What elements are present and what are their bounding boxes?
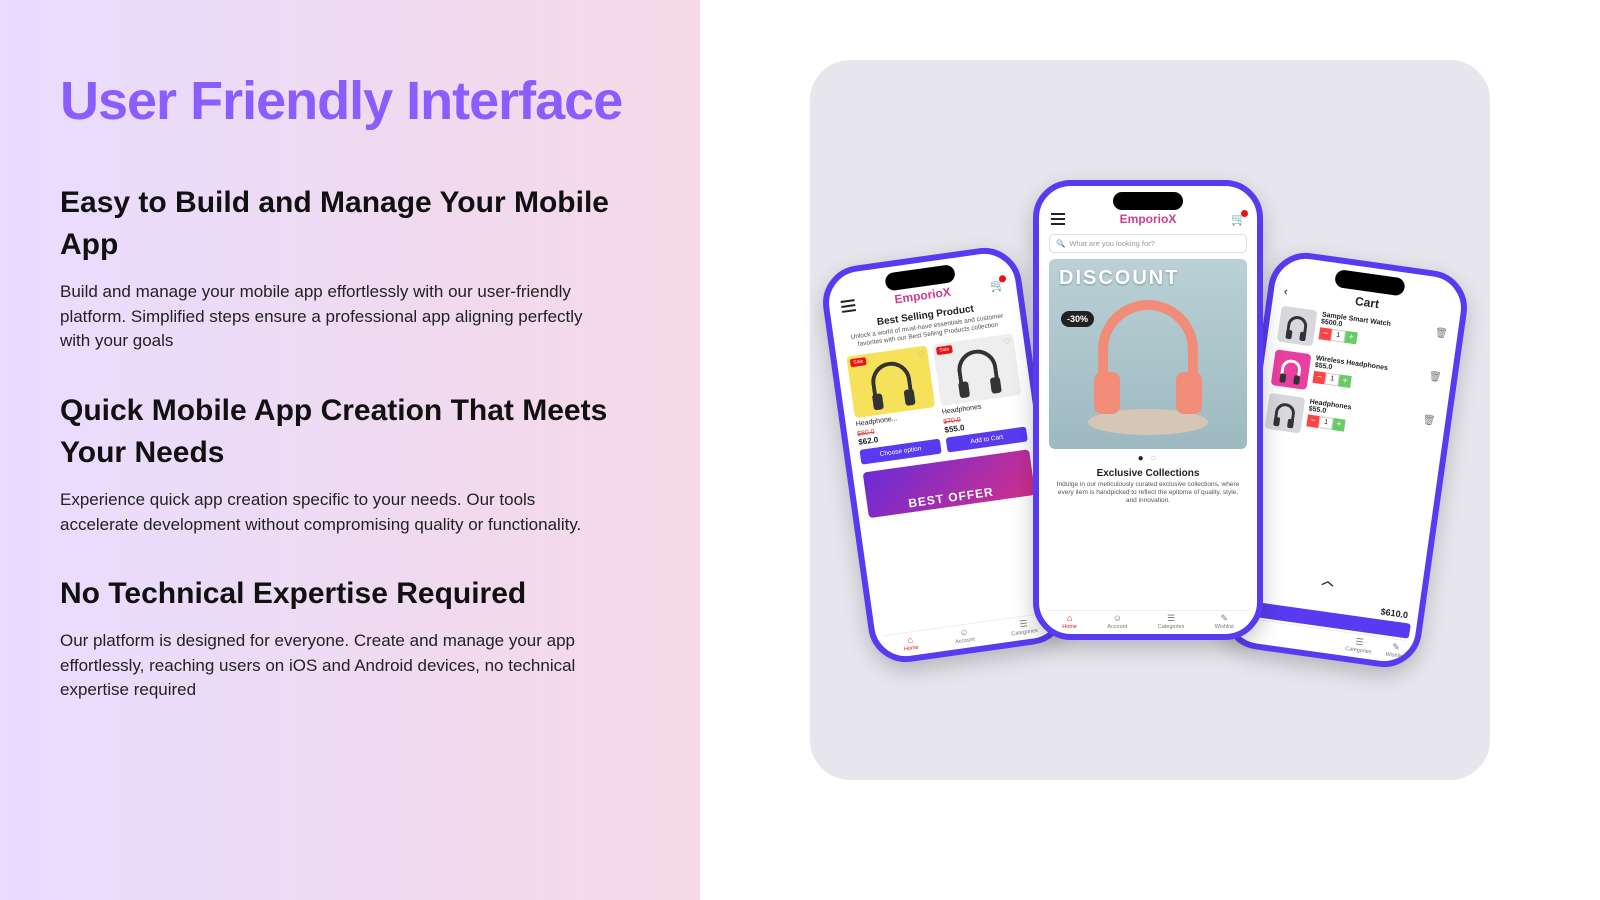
app-brand: EmporioX xyxy=(1120,212,1177,226)
categories-icon: ☰ xyxy=(1355,637,1364,647)
qty-plus[interactable]: + xyxy=(1332,418,1346,432)
feature-title: Easy to Build and Manage Your Mobile App xyxy=(60,182,640,266)
feature-body: Experience quick app creation specific t… xyxy=(60,488,600,537)
quantity-stepper[interactable]: −1+ xyxy=(1306,414,1345,431)
tab-wishlist[interactable]: ✎Wishlist xyxy=(1215,614,1234,630)
section-subtitle: Indulge in our meticulously curated excl… xyxy=(1049,481,1247,504)
headphones-icon xyxy=(1098,300,1198,400)
tab-account[interactable]: ☺Account xyxy=(1107,614,1127,630)
qty-plus[interactable]: + xyxy=(1344,331,1358,345)
headphones-icon xyxy=(954,347,999,392)
phone-mockup-center: EmporioX 🔍 What are you looking for? DIS… xyxy=(1033,180,1263,640)
account-icon: ☺ xyxy=(1113,614,1122,623)
menu-icon[interactable] xyxy=(1051,213,1065,225)
categories-icon: ☰ xyxy=(1167,614,1175,623)
tab-home[interactable]: ⌂Home xyxy=(1062,614,1077,630)
section-title: Exclusive Collections xyxy=(1049,468,1247,479)
carousel-dots[interactable]: ● ○ xyxy=(1049,453,1247,464)
categories-icon: ☰ xyxy=(1019,619,1028,629)
qty-plus[interactable]: + xyxy=(1338,374,1352,388)
tab-label: Categories xyxy=(1345,646,1372,656)
cart-item-image xyxy=(1277,306,1318,347)
headphones-icon xyxy=(868,359,913,404)
heart-icon[interactable]: ♡ xyxy=(1003,336,1011,346)
tab-label: Categories xyxy=(1158,624,1185,630)
menu-icon[interactable] xyxy=(841,299,857,313)
tab-label: Wishlist xyxy=(1385,652,1405,661)
expand-icon[interactable]: ︿ xyxy=(1321,571,1335,590)
trash-icon[interactable]: 🗑 xyxy=(1422,414,1436,427)
feature-block: Quick Mobile App Creation That Meets You… xyxy=(60,390,640,537)
wishlist-icon: ✎ xyxy=(1221,614,1229,623)
discount-percent: -30% xyxy=(1061,311,1094,327)
tab-label: Wishlist xyxy=(1215,624,1234,630)
feature-title: Quick Mobile App Creation That Meets You… xyxy=(60,390,640,474)
trash-icon[interactable]: 🗑 xyxy=(1434,327,1448,340)
page-title: User Friendly Interface xyxy=(60,70,640,132)
home-icon: ⌂ xyxy=(907,635,914,645)
feature-block: Easy to Build and Manage Your Mobile App… xyxy=(60,182,640,354)
product-card[interactable]: Sale♡ Headphones $70.0 $55.0 Add to Cart xyxy=(932,333,1027,452)
tab-home[interactable]: ⌂Home xyxy=(902,635,919,653)
quantity-stepper[interactable]: −1+ xyxy=(1312,371,1351,388)
feature-body: Build and manage your mobile app effortl… xyxy=(60,280,600,354)
tab-wishlist[interactable]: ✎Wishlist xyxy=(1385,642,1406,660)
tab-label: Home xyxy=(904,645,919,653)
product-card[interactable]: Sale♡ Headphone... $80.0 $62.0 Choose op… xyxy=(846,345,941,464)
cart-title: Cart xyxy=(1354,294,1380,311)
tab-label: Account xyxy=(1107,624,1127,630)
sale-badge: Sale xyxy=(936,345,953,355)
bottom-tabbar: ⌂Home ☺Account ☰Categories xyxy=(883,611,1056,655)
tab-label: Account xyxy=(955,637,976,646)
marketing-panel: User Friendly Interface Easy to Build an… xyxy=(0,0,700,900)
cart-icon[interactable] xyxy=(989,278,1005,292)
cart-icon[interactable] xyxy=(1231,213,1245,225)
home-icon: ⌂ xyxy=(1067,614,1072,623)
sale-badge: Sale xyxy=(850,357,867,367)
cart-item-image xyxy=(1271,349,1312,390)
search-icon: 🔍 xyxy=(1056,239,1065,248)
feature-block: No Technical Expertise Required Our plat… xyxy=(60,573,640,703)
tab-categories[interactable]: ☰Categories xyxy=(1345,636,1374,656)
tab-label: Home xyxy=(1062,624,1077,630)
mockup-card: EmporioX Best Selling Product Unlock a w… xyxy=(810,60,1490,780)
phone-notch xyxy=(1113,192,1183,210)
search-input[interactable]: 🔍 What are you looking for? xyxy=(1049,234,1247,253)
cart-item-image xyxy=(1265,393,1306,434)
bottom-tabbar: ⌂Home ☺Account ☰Categories ✎Wishlist xyxy=(1047,610,1249,630)
feature-title: No Technical Expertise Required xyxy=(60,573,640,615)
quantity-stepper[interactable]: −1+ xyxy=(1319,327,1358,344)
back-icon[interactable]: ‹ xyxy=(1283,284,1289,298)
feature-body: Our platform is designed for everyone. C… xyxy=(60,629,600,703)
mockup-panel: EmporioX Best Selling Product Unlock a w… xyxy=(700,0,1600,900)
discount-hero[interactable]: DISCOUNT -30% xyxy=(1049,259,1247,449)
search-placeholder: What are you looking for? xyxy=(1069,239,1154,248)
tab-label: Categories xyxy=(1011,628,1038,638)
account-icon: ☺ xyxy=(959,628,969,638)
tab-account[interactable]: ☺Account xyxy=(953,627,975,646)
tab-categories[interactable]: ☰Categories xyxy=(1158,614,1185,630)
heart-icon[interactable]: ♡ xyxy=(917,348,925,358)
wishlist-icon: ✎ xyxy=(1392,642,1401,652)
discount-label: DISCOUNT xyxy=(1059,267,1237,290)
tab-categories[interactable]: ☰Categories xyxy=(1010,618,1039,638)
trash-icon[interactable]: 🗑 xyxy=(1428,371,1442,384)
